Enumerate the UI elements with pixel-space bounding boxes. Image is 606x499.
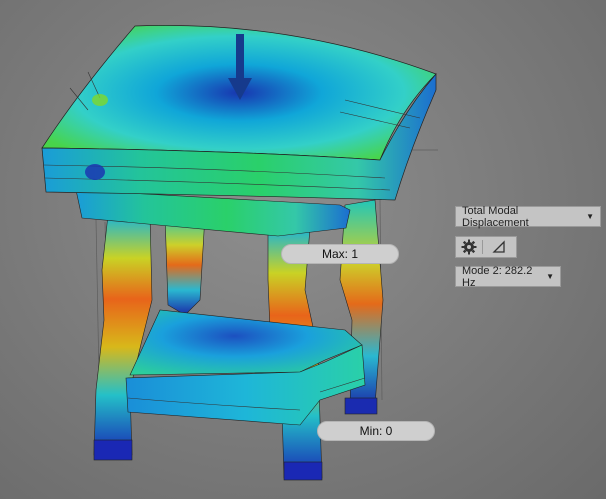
- display-tools: [455, 236, 517, 258]
- max-probe-text: Max: 1: [321, 247, 358, 261]
- front-right-foot: [283, 461, 323, 481]
- back-right-foot: [344, 397, 378, 415]
- front-left-leg: [93, 214, 153, 456]
- front-left-foot: [93, 439, 133, 461]
- gear-icon[interactable]: [456, 237, 482, 257]
- result-type-dropdown[interactable]: Total Modal Displacement ▼: [455, 204, 601, 229]
- min-probe-text: Min: 0: [359, 424, 393, 438]
- min-probe-label[interactable]: Min: 0: [317, 421, 435, 441]
- mode-selector-dropdown[interactable]: Mode 2: 282.2 Hz ▼: [455, 264, 561, 289]
- back-left-leg: [164, 214, 206, 316]
- mode-selector-label: Mode 2: 282.2 Hz: [462, 264, 533, 289]
- result-type-label: Total Modal Displacement: [462, 204, 529, 229]
- chevron-down-icon: ▼: [546, 272, 554, 281]
- max-probe-label[interactable]: Max: 1: [281, 244, 399, 264]
- triangle-probe-icon[interactable]: [483, 237, 516, 257]
- chevron-down-icon: ▼: [586, 212, 594, 221]
